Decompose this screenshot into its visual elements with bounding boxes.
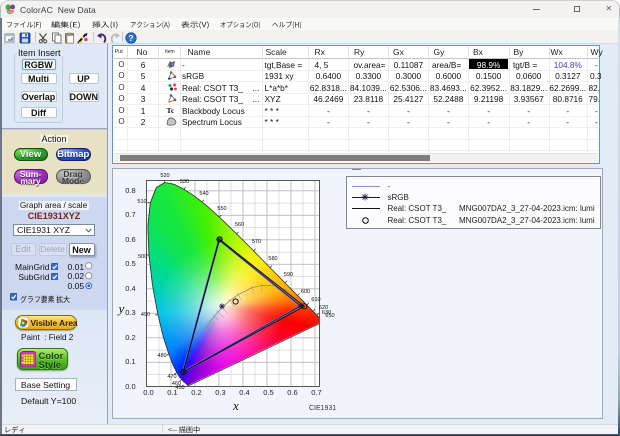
svg-text:?: ? <box>128 33 133 43</box>
